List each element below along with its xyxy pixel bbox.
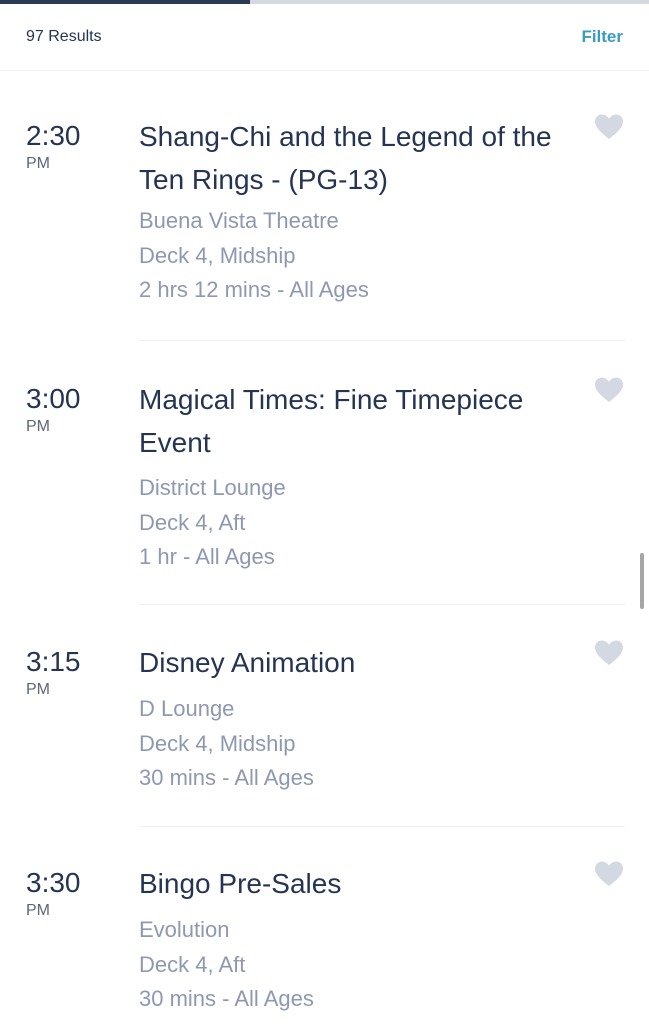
favorite-button[interactable] (594, 860, 624, 888)
event-details: Evolution Deck 4, Aft 30 mins - All Ages (139, 913, 314, 1017)
favorite-button[interactable] (594, 376, 624, 404)
event-ampm: PM (26, 902, 50, 919)
event-details: Buena Vista Theatre Deck 4, Midship 2 hr… (139, 204, 369, 308)
event-location: Deck 4, Midship (139, 242, 296, 268)
event-ampm: PM (26, 418, 50, 435)
event-ampm: PM (26, 681, 50, 698)
event-ampm: PM (26, 155, 50, 172)
event-title[interactable]: Magical Times: Fine Timepiece Event (139, 378, 569, 464)
event-time: 3:00 (26, 383, 81, 414)
event-title[interactable]: Disney Animation (139, 641, 569, 684)
favorite-button[interactable] (594, 113, 624, 141)
heart-icon (595, 861, 623, 886)
list-divider (139, 604, 625, 605)
event-location: Deck 4, Aft (139, 951, 246, 977)
event-duration-ages: 30 mins - All Ages (139, 765, 314, 790)
event-time: 2:30 (26, 120, 81, 151)
event-venue: District Lounge (139, 475, 286, 500)
event-details: District Lounge Deck 4, Aft 1 hr - All A… (139, 471, 286, 575)
event-duration-ages: 30 mins - All Ages (139, 986, 314, 1011)
event-location: Deck 4, Aft (139, 509, 246, 535)
heart-icon (595, 640, 623, 665)
event-details: D Lounge Deck 4, Midship 30 mins - All A… (139, 692, 314, 796)
results-header: 97 Results Filter (0, 4, 649, 71)
heart-icon (595, 377, 623, 402)
scrollbar-thumb[interactable] (640, 553, 644, 609)
event-location: Deck 4, Midship (139, 730, 296, 756)
favorite-button[interactable] (594, 639, 624, 667)
list-divider (139, 340, 625, 341)
event-venue: Evolution (139, 917, 230, 942)
event-title[interactable]: Shang-Chi and the Legend of the Ten Ring… (139, 115, 569, 201)
event-venue: D Lounge (139, 696, 235, 721)
event-venue: Buena Vista Theatre (139, 208, 339, 233)
results-count: 97 Results (26, 28, 102, 45)
event-title[interactable]: Bingo Pre-Sales (139, 862, 569, 905)
event-time: 3:30 (26, 867, 81, 898)
filter-button[interactable]: Filter (581, 27, 623, 47)
event-duration-ages: 2 hrs 12 mins - All Ages (139, 277, 369, 302)
event-time: 3:15 (26, 646, 81, 677)
list-divider (139, 826, 625, 827)
event-duration-ages: 1 hr - All Ages (139, 544, 275, 569)
heart-icon (595, 114, 623, 139)
